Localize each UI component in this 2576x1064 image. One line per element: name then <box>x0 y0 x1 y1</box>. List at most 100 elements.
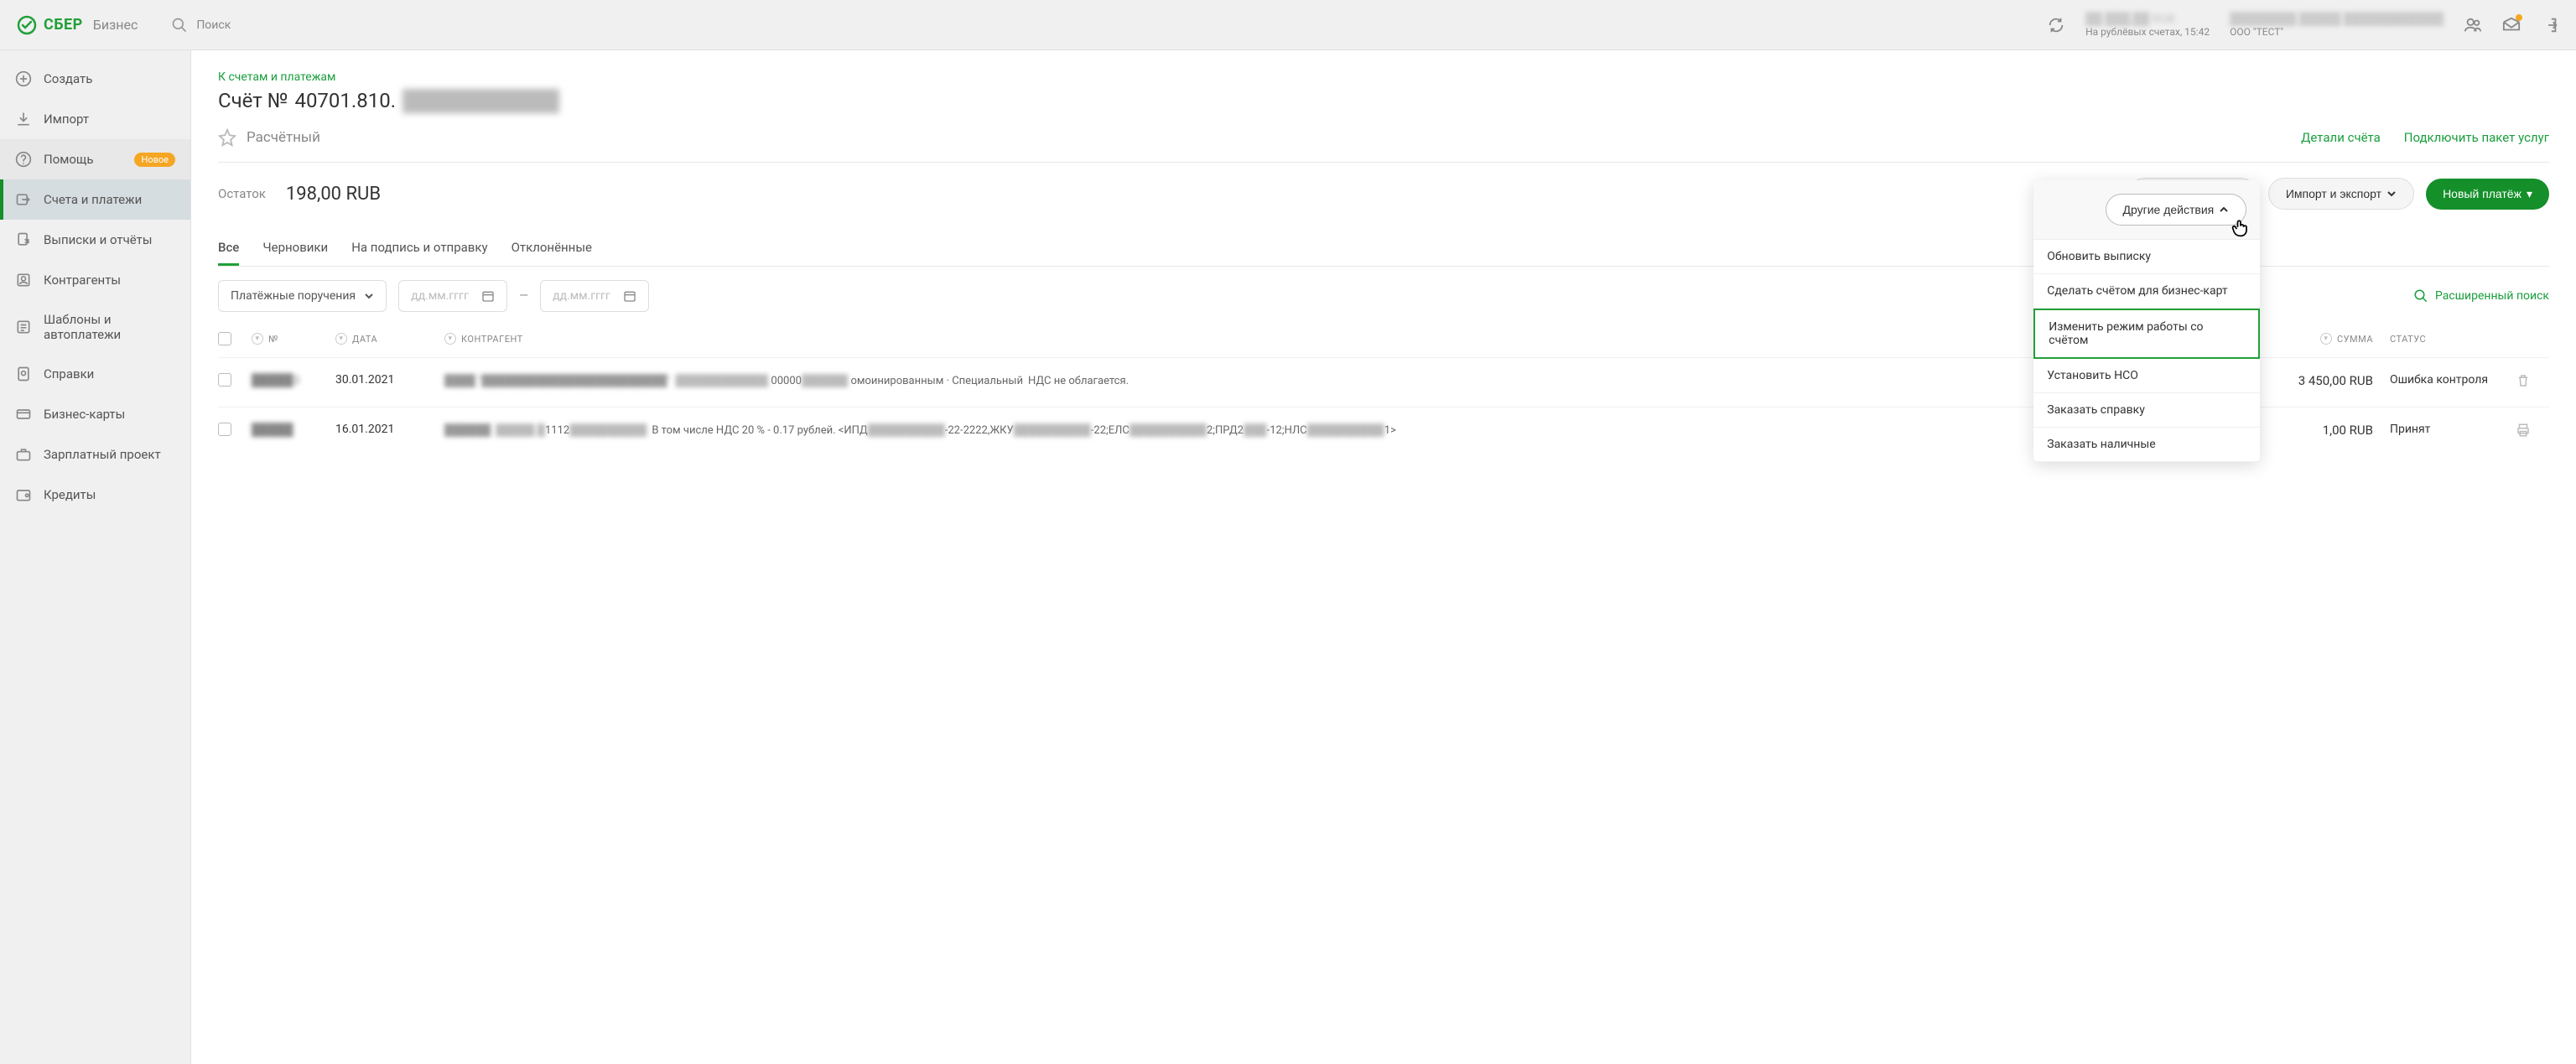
dropdown-item-certificate[interactable]: Заказать справку <box>2033 393 2260 428</box>
row-date: 30.01.2021 <box>335 373 394 387</box>
row-checkbox[interactable] <box>218 423 231 436</box>
dropdown-item-cash[interactable]: Заказать наличные <box>2033 428 2260 462</box>
sidebar-item-import[interactable]: Импорт <box>0 99 190 139</box>
sort-icon[interactable]: ▾ <box>252 333 263 345</box>
row-status: Принят <box>2373 423 2516 436</box>
sidebar-item-templates[interactable]: Шаблоны и автоплатежи <box>0 300 190 354</box>
sidebar-label: Контрагенты <box>44 272 121 288</box>
sidebar-item-accounts[interactable]: Счета и платежи <box>0 179 190 220</box>
row-agent: ██████ █████.█1112██████████ В том числе… <box>444 423 2239 439</box>
col-agent: КОНТРАГЕНТ <box>461 334 523 345</box>
plus-icon <box>15 70 32 87</box>
tab-all[interactable]: Все <box>218 231 239 266</box>
sidebar-label: Зарплатный проект <box>44 447 161 462</box>
profile-icon[interactable] <box>2464 16 2482 34</box>
tab-rejected[interactable]: Отклонённые <box>512 231 592 266</box>
logo-subtext: Бизнес <box>93 17 138 33</box>
sort-icon[interactable]: ▾ <box>335 333 347 345</box>
sidebar-item-create[interactable]: Создать <box>0 59 190 99</box>
date-to-input[interactable]: дд.мм.гггг <box>540 280 649 312</box>
header: СБЕР Бизнес Поиск ██ ███,██ RUB На рублё… <box>0 0 2576 50</box>
delete-icon[interactable] <box>2516 373 2531 388</box>
other-actions-dropdown: Другие действия Обновить выписку Сделать… <box>2033 180 2260 462</box>
header-user[interactable]: ████████ █████ ████████████ ООО "ТЕСТ" <box>2230 12 2444 38</box>
tab-drafts[interactable]: Черновики <box>262 231 328 266</box>
other-actions-button[interactable]: Другие действия <box>2106 194 2247 226</box>
page-title: Счёт № 40701.810. ███████████ <box>218 89 2549 113</box>
sidebar-item-certificates[interactable]: Справки <box>0 354 190 394</box>
sidebar-item-cards[interactable]: Бизнес-карты <box>0 394 190 434</box>
search-placeholder: Поиск <box>196 18 231 32</box>
calendar-icon <box>481 289 495 303</box>
col-status: СТАТУС <box>2390 334 2426 345</box>
sort-icon[interactable]: ▾ <box>2320 333 2332 345</box>
row-date: 16.01.2021 <box>335 423 394 436</box>
dropdown-item-refresh[interactable]: Обновить выписку <box>2033 240 2260 274</box>
sidebar-label: Справки <box>44 366 94 381</box>
refresh-icon[interactable] <box>2047 16 2065 34</box>
user-org: ООО "ТЕСТ" <box>2230 26 2444 38</box>
sidebar-label: Шаблоны и автоплатежи <box>44 312 175 342</box>
sidebar: Создать Импорт Помощь Новое Счета и плат… <box>0 50 191 1064</box>
users-icon <box>15 272 32 288</box>
sidebar-label: Кредиты <box>44 487 96 502</box>
col-sum: СУММА <box>2337 334 2373 345</box>
main-content: К счетам и платежам Счёт № 40701.810. ██… <box>191 50 2576 1064</box>
dropdown-item-business-card[interactable]: Сделать счётом для бизнес-карт <box>2033 274 2260 309</box>
balance-value: 198,00 RUB <box>286 184 381 205</box>
breadcrumb[interactable]: К счетам и платежам <box>218 70 335 84</box>
badge-new: Новое <box>134 153 175 167</box>
account-hidden: ███████████ <box>402 89 559 113</box>
balance-subtitle: На рублёвых счетах, 15:42 <box>2085 26 2210 38</box>
link-details[interactable]: Детали счёта <box>2301 130 2381 145</box>
search-box[interactable]: Поиск <box>171 17 2047 34</box>
star-icon[interactable] <box>218 128 236 147</box>
advanced-search-link[interactable]: Расширенный поиск <box>2413 288 2549 304</box>
select-all-checkbox[interactable] <box>218 332 231 345</box>
hand-cursor-icon <box>2229 216 2252 240</box>
chevron-down-icon <box>2386 189 2397 199</box>
template-icon <box>15 319 32 335</box>
user-name: ████████ █████ ████████████ <box>2230 12 2444 26</box>
sidebar-item-payroll[interactable]: Зарплатный проект <box>0 434 190 475</box>
date-from-input[interactable]: дд.мм.гггг <box>398 280 507 312</box>
briefcase-icon <box>15 446 32 463</box>
payment-type-select[interactable]: Платёжные поручения <box>218 280 387 312</box>
sidebar-label: Импорт <box>44 112 89 127</box>
dropdown-item-nso[interactable]: Установить НСО <box>2033 359 2260 393</box>
chevron-up-icon <box>2219 205 2229 215</box>
sidebar-item-help[interactable]: Помощь Новое <box>0 139 190 179</box>
search-icon <box>171 17 188 34</box>
sidebar-item-credits[interactable]: Кредиты <box>0 475 190 515</box>
download-icon <box>15 111 32 127</box>
card-icon <box>15 406 32 423</box>
doc-out-icon <box>15 231 32 248</box>
logout-icon[interactable] <box>2541 16 2559 34</box>
cert-icon <box>15 366 32 382</box>
sort-icon[interactable]: ▾ <box>444 333 456 345</box>
link-packages[interactable]: Подключить пакет услуг <box>2404 130 2549 145</box>
new-payment-button[interactable]: Новый платёж ▾ <box>2426 179 2549 210</box>
account-type: Расчётный <box>247 129 320 146</box>
sidebar-label: Помощь <box>44 152 94 167</box>
logo-text: СБЕР <box>44 16 83 34</box>
search-icon <box>2413 288 2428 304</box>
row-checkbox[interactable] <box>218 373 231 387</box>
col-num: № <box>268 334 278 345</box>
row-status: Ошибка контроля <box>2373 373 2516 387</box>
sidebar-item-statements[interactable]: Выписки и отчёты <box>0 220 190 260</box>
wallet-icon <box>15 486 32 503</box>
dropdown-item-change-mode[interactable]: Изменить режим работы со счётом <box>2033 309 2260 359</box>
date-separator: — <box>519 289 528 303</box>
sidebar-label: Счета и платежи <box>44 192 142 207</box>
sber-logo-icon <box>17 15 37 35</box>
tab-sign[interactable]: На подпись и отправку <box>351 231 487 266</box>
logo[interactable]: СБЕР Бизнес <box>17 15 138 35</box>
sidebar-label: Выписки и отчёты <box>44 232 153 247</box>
sidebar-label: Бизнес-карты <box>44 407 125 422</box>
sidebar-item-contractors[interactable]: Контрагенты <box>0 260 190 300</box>
import-export-button[interactable]: Импорт и экспорт <box>2268 178 2414 210</box>
print-icon[interactable] <box>2516 423 2531 438</box>
sidebar-label: Создать <box>44 71 92 86</box>
notifications-icon[interactable] <box>2502 16 2521 34</box>
